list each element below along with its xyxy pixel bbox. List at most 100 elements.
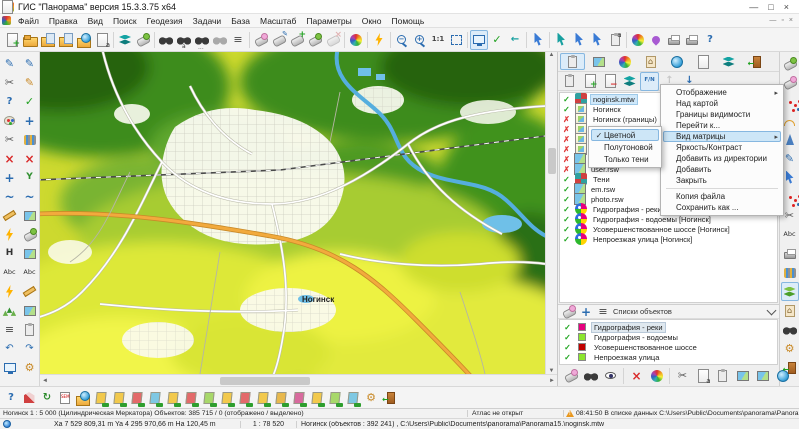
tab-internet-map[interactable] [664,53,689,70]
context-menu-item[interactable]: Вид матрицы [663,131,781,142]
list-visibility-check[interactable] [563,323,572,332]
layer-visibility-toggle[interactable] [562,225,571,234]
height-label-tool[interactable] [0,244,19,263]
context-menu-item[interactable]: Добавить [663,164,781,175]
layer-visibility-toggle[interactable] [562,195,571,204]
import-folder-button[interactable] [74,388,92,408]
tab-close-panel[interactable] [742,53,767,70]
submenu-item[interactable]: Цветной [591,129,659,141]
map-stack-tool[interactable] [20,301,39,320]
copy-style-tool[interactable] [20,206,39,225]
table-form-tool[interactable] [20,320,39,339]
map-legend-button[interactable] [134,30,152,50]
export-kml-15-button[interactable] [344,388,362,408]
cut-segment-tool[interactable] [0,130,19,149]
hscroll-thumb[interactable] [220,377,310,385]
data-add-button[interactable] [580,72,599,91]
highlight-add-button[interactable] [288,30,306,50]
layer-visibility-toggle[interactable] [562,185,571,194]
cut-links-button[interactable] [673,366,692,385]
layer-visibility-toggle[interactable] [562,235,571,244]
stats-table-button[interactable] [713,366,732,385]
cut-object-tool[interactable] [0,73,19,92]
new-map-button[interactable] [3,30,21,50]
tab-geoportal-home[interactable] [638,53,663,70]
map-canvas[interactable]: Ногинск [40,52,545,374]
context-menu-item[interactable]: Яркость/Контраст [663,142,781,153]
redo-button[interactable] [20,339,39,358]
print-setup-button[interactable] [683,30,701,50]
layer-visibility-toggle[interactable] [562,115,571,124]
measure-mark-tool[interactable] [20,282,39,301]
layer-visibility-toggle[interactable] [562,95,571,104]
find-continue-button[interactable] [193,30,211,50]
layer-visibility-toggle[interactable] [562,175,571,184]
tab-globe-3d[interactable] [612,53,637,70]
context-menu-item[interactable]: Добавить из директории [663,153,781,164]
export-kml-6-button[interactable] [182,388,200,408]
layer-visibility-toggle[interactable] [562,105,571,114]
context-help-button[interactable] [701,30,719,50]
menu-item[interactable]: Правка [44,16,83,26]
maximize-button[interactable]: □ [768,2,773,12]
map-contents-button[interactable] [116,30,134,50]
menu-item[interactable]: Геодезия [142,16,188,26]
visibility-eye-button[interactable] [601,366,620,385]
current-scale[interactable]: 1 : 78 520 [240,421,296,428]
network-triangles-tool[interactable] [0,301,19,320]
undo-button[interactable] [0,339,19,358]
region-tools-button[interactable] [20,388,38,408]
export-kml-3-button[interactable] [128,388,146,408]
minimize-button[interactable]: — [749,2,758,12]
text-labels-button[interactable] [781,225,799,244]
highlight-edit-button[interactable] [270,30,288,50]
zoom-frame-button[interactable] [447,30,465,50]
context-menu-item[interactable]: Границы видимости [663,109,781,120]
run-task-button[interactable] [370,30,388,50]
tab-document[interactable] [690,53,715,70]
flash-label-tool[interactable] [0,225,19,244]
context-menu-item[interactable]: Над картой [663,98,781,109]
lists-menu-icon[interactable] [596,305,610,319]
edit-accept-tool[interactable] [20,92,39,111]
save-table-button[interactable] [733,366,752,385]
smooth-spline-tool[interactable] [20,187,39,206]
print-map-button[interactable] [781,244,799,263]
project-home-button[interactable] [781,301,799,320]
highlight-cancel-button[interactable] [324,30,342,50]
layer-row[interactable]: Непроезжая улица [Ногинск] [560,234,777,244]
open-database-button[interactable] [57,30,75,50]
highlight-accept-button[interactable] [306,30,324,50]
communications-button[interactable] [781,263,799,282]
show-list-icon[interactable] [562,305,576,319]
export-kml-5-button[interactable] [164,388,182,408]
open-data-button[interactable] [39,30,57,50]
map-layers-button[interactable] [781,282,799,301]
export-kml-11-button[interactable] [272,388,290,408]
export-kml-12-button[interactable] [290,388,308,408]
context-menu-item[interactable]: Отображение [663,87,781,98]
data-structure-button[interactable] [620,72,639,91]
export-kml-10-button[interactable] [254,388,272,408]
list-visibility-check[interactable] [563,353,572,362]
context-menu-item[interactable]: Закрыть [663,175,781,186]
save-table-2-button[interactable] [753,366,772,385]
add-node-tool[interactable] [0,168,19,187]
layer-visibility-toggle[interactable] [562,155,571,164]
copy-map-button[interactable] [93,30,111,50]
menu-item[interactable]: Параметры [301,16,356,26]
geo-status-icon[interactable] [3,420,11,428]
data-remove-button[interactable] [600,72,619,91]
highlight-select-button[interactable] [252,30,270,50]
export-kml-13-button[interactable] [308,388,326,408]
list-visibility-check[interactable] [563,333,572,342]
submenu-item[interactable]: Только тени [591,153,659,165]
move-object-tool[interactable] [20,111,39,130]
tab-data-list[interactable] [560,53,585,70]
frame-select-tool[interactable] [20,244,39,263]
smooth-line-tool[interactable] [0,187,19,206]
text-abc-2-tool[interactable] [20,263,39,282]
zoom-1-1-button[interactable] [429,30,447,50]
slope-tool[interactable] [0,206,19,225]
edit-palette-button[interactable] [647,366,666,385]
